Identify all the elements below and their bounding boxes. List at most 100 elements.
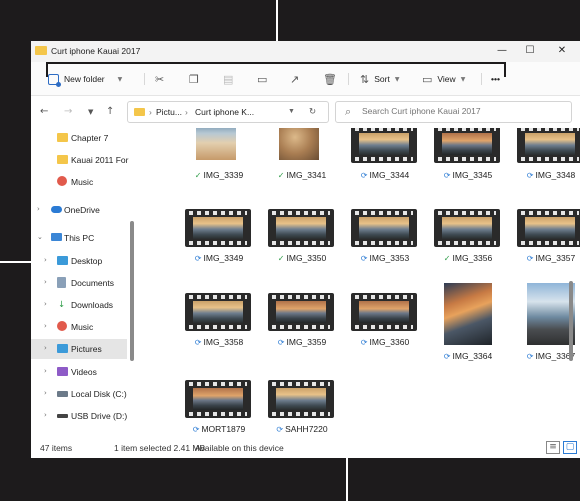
file-name: IMG_3344 — [369, 170, 410, 180]
sidebar-item-downloads[interactable]: › ↓ Downloads — [31, 295, 127, 315]
details-view-icon[interactable]: ≡ — [546, 441, 560, 454]
file-tile[interactable]: ⟳ IMG_3353 — [348, 209, 418, 283]
sync-icon: ⟳ — [526, 171, 534, 180]
sync-icon: ⟳ — [194, 338, 202, 347]
back-arrow-icon[interactable]: ← — [40, 106, 48, 117]
chevron-right-icon[interactable]: › — [44, 344, 47, 352]
available-icon: ✓ — [277, 171, 285, 180]
file-explorer-window: Curt iphone Kauai 2017 — ☐ ✕ New folder … — [31, 41, 580, 458]
sidebar-item-kauai-2011[interactable]: Kauai 2011 For — [31, 150, 129, 170]
sync-icon: ⟳ — [443, 352, 451, 361]
large-icons-view-icon[interactable]: ▢ — [563, 441, 577, 454]
chevron-right-icon[interactable]: › — [44, 322, 47, 330]
file-tile[interactable]: ⟳ IMG_3364 — [431, 283, 501, 367]
sidebar-item-local-disk[interactable]: › Local Disk (C:) — [31, 384, 127, 404]
forward-arrow-icon[interactable]: → — [64, 106, 72, 117]
available-icon: ✓ — [443, 254, 451, 263]
file-name: IMG_3345 — [452, 170, 493, 180]
video-thumbnail — [351, 209, 417, 247]
disk-icon — [57, 391, 68, 397]
sync-icon: ⟳ — [276, 425, 284, 434]
photo-thumbnail — [279, 128, 319, 160]
close-button[interactable]: ✕ — [552, 44, 572, 58]
file-name: IMG_3339 — [203, 170, 244, 180]
file-name: IMG_3359 — [286, 337, 327, 347]
sync-icon: ⟳ — [526, 352, 534, 361]
video-thumbnail — [268, 293, 334, 331]
video-thumbnail — [268, 380, 334, 418]
sidebar-item-desktop[interactable]: › Desktop — [31, 251, 127, 271]
minimize-button[interactable]: — — [492, 44, 512, 58]
video-thumbnail — [517, 128, 580, 163]
title-bar: Curt iphone Kauai 2017 — ☐ ✕ — [31, 41, 580, 62]
file-tile[interactable]: ⟳ IMG_3345 — [431, 128, 501, 200]
pc-icon — [51, 233, 62, 241]
item-count: 47 items — [40, 443, 73, 453]
chevron-right-icon[interactable]: › — [44, 411, 47, 419]
callout-line-left — [0, 261, 31, 263]
file-name: IMG_3364 — [452, 351, 493, 361]
videos-icon — [57, 367, 68, 376]
sync-icon: ⟳ — [443, 171, 451, 180]
file-tile[interactable]: ⟳ MORT1879 — [182, 378, 252, 438]
music-icon — [57, 321, 67, 331]
file-tile[interactable]: ⟳ IMG_3349 — [182, 209, 252, 283]
sidebar-item-this-pc[interactable]: ⌄ This PC — [31, 228, 127, 248]
recent-chevron-icon[interactable]: ▼ — [88, 108, 93, 116]
sidebar-item-pictures[interactable]: › Pictures — [31, 339, 127, 359]
breadcrumb-pictures[interactable]: Pictu... — [156, 107, 182, 117]
search-input[interactable] — [362, 106, 562, 116]
file-tile[interactable]: ⟳ IMG_3360 — [348, 293, 418, 367]
toolbar-callout-bracket — [46, 62, 506, 77]
chevron-down-icon[interactable]: ⌄ — [37, 233, 43, 241]
file-tile[interactable]: ⟳ IMG_3348 — [514, 128, 580, 200]
sidebar-item-usb-drive[interactable]: › USB Drive (D:) — [31, 406, 127, 426]
sidebar-item-videos[interactable]: › Videos — [31, 362, 127, 382]
file-tile[interactable]: ✓ IMG_3356 — [431, 209, 501, 283]
address-dropdown-icon[interactable]: ▼ — [288, 108, 295, 115]
chevron-right-icon[interactable]: › — [37, 205, 40, 213]
file-tile[interactable]: ⟳ SAHH7220 — [265, 378, 335, 438]
content-scrollbar[interactable] — [569, 281, 573, 361]
chevron-right-icon[interactable]: › — [44, 278, 47, 286]
file-tile[interactable]: ✓ IMG_3341 — [265, 128, 335, 200]
file-tile[interactable]: ⟳ IMG_3358 — [182, 293, 252, 367]
sidebar-item-music-pinned[interactable]: Music — [31, 172, 127, 192]
pictures-icon — [57, 344, 68, 353]
chevron-right-icon[interactable]: › — [44, 300, 47, 308]
file-tile[interactable]: ✓ IMG_3339 — [182, 128, 252, 200]
download-icon: ↓ — [58, 300, 66, 310]
search-box[interactable]: ⌕ — [335, 101, 572, 123]
maximize-button[interactable]: ☐ — [520, 44, 540, 58]
availability-status: Available on this device — [195, 443, 284, 453]
breadcrumb-current-folder[interactable]: Curt iphone K... — [195, 107, 254, 117]
selection-info: 1 item selected 2.41 MB — [114, 443, 206, 453]
video-thumbnail — [185, 380, 251, 418]
file-tile[interactable]: ⟳ IMG_3359 — [265, 293, 335, 367]
file-tile[interactable]: ⟳ IMG_3344 — [348, 128, 418, 200]
video-thumbnail — [351, 293, 417, 331]
sidebar-item-documents[interactable]: › Documents — [31, 273, 127, 293]
file-name: IMG_3348 — [535, 170, 576, 180]
sidebar-item-chapter-7[interactable]: Chapter 7 — [31, 128, 127, 148]
file-name: IMG_3341 — [286, 170, 327, 180]
sidebar-item-onedrive[interactable]: › OneDrive — [31, 200, 127, 220]
chevron-right-icon[interactable]: › — [44, 367, 47, 375]
chevron-right-icon[interactable]: › — [44, 389, 47, 397]
sidebar-scrollbar[interactable] — [130, 221, 134, 361]
refresh-icon[interactable]: ↻ — [309, 107, 316, 117]
file-tile[interactable]: ⟳ IMG_3357 — [514, 209, 580, 283]
sidebar-item-music[interactable]: › Music — [31, 317, 127, 337]
desktop-icon — [57, 256, 68, 265]
folder-icon — [57, 133, 68, 142]
music-icon — [57, 176, 67, 186]
breadcrumb-separator-icon: › — [149, 107, 152, 117]
address-bar[interactable]: › Pictu... › Curt iphone K... ▼ ↻ — [127, 101, 329, 123]
file-tile[interactable]: ✓ IMG_3350 — [265, 209, 335, 283]
cloud-icon — [51, 206, 62, 213]
up-arrow-icon[interactable]: ↑ — [106, 106, 114, 117]
photo-thumbnail — [196, 128, 236, 160]
sync-icon: ⟳ — [192, 425, 200, 434]
video-thumbnail — [268, 209, 334, 247]
chevron-right-icon[interactable]: › — [44, 256, 47, 264]
